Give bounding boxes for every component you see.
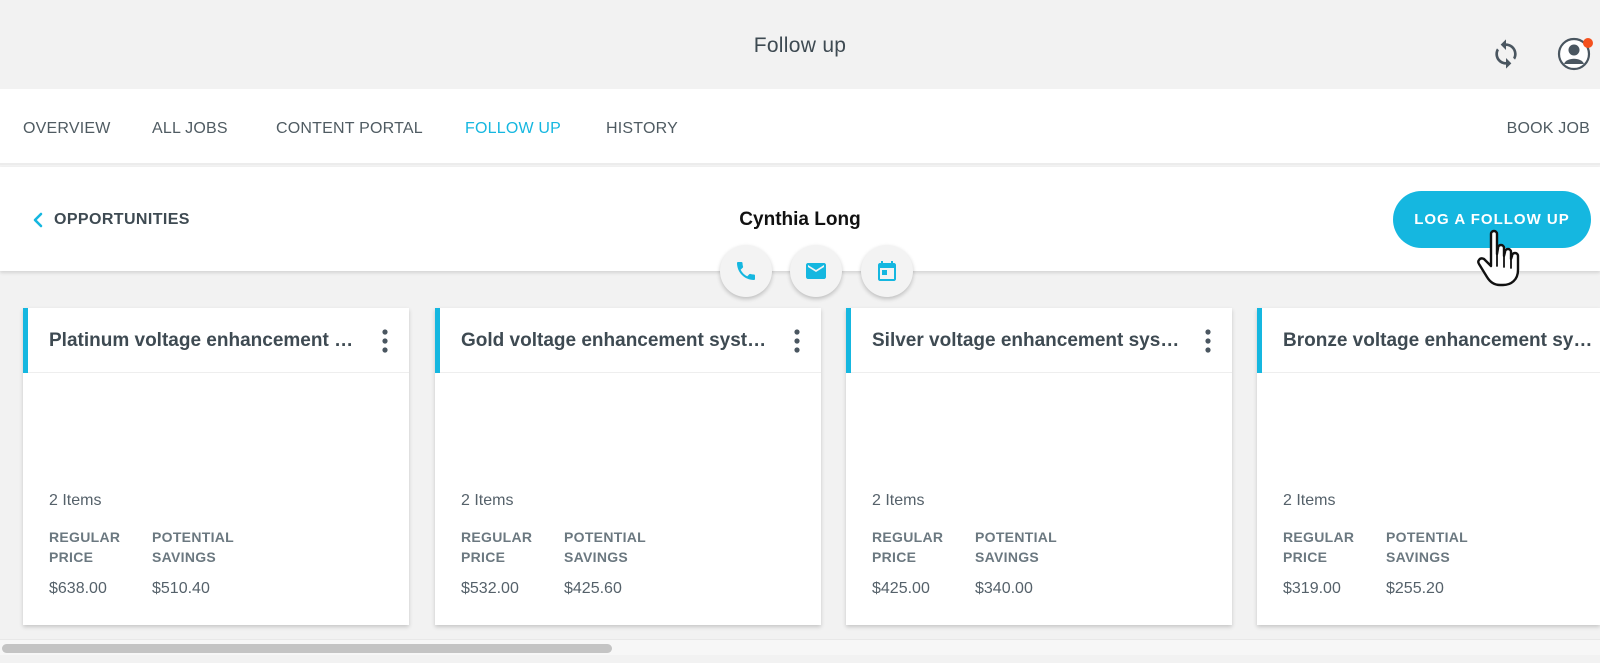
card-item-count: 2 Items xyxy=(461,492,514,509)
card-title: Silver voltage enhancement system xyxy=(872,330,1182,351)
regular-price-label: REGULAR PRICE xyxy=(49,529,121,565)
potential-savings-label: POTENTIAL SAVINGS xyxy=(564,529,646,565)
horizontal-scrollbar[interactable] xyxy=(0,639,1600,655)
card-accent-bar xyxy=(23,308,28,373)
opportunity-card[interactable]: Gold voltage enhancement system 2 Items … xyxy=(435,308,821,625)
regular-price-label: REGULAR PRICE xyxy=(1283,529,1355,565)
more-options-icon[interactable] xyxy=(379,328,391,354)
potential-savings-value: $510.40 xyxy=(152,580,210,597)
card-title: Gold voltage enhancement system xyxy=(461,330,771,351)
regular-price-label: REGULAR PRICE xyxy=(461,529,533,565)
regular-price-value: $638.00 xyxy=(49,580,107,597)
sync-icon[interactable] xyxy=(1490,38,1522,70)
more-options-icon[interactable] xyxy=(791,328,803,354)
more-options-icon[interactable] xyxy=(1202,328,1214,354)
email-icon xyxy=(806,263,826,279)
potential-savings-value: $340.00 xyxy=(975,580,1033,597)
card-item-count: 2 Items xyxy=(49,492,102,509)
hand-cursor-icon xyxy=(1477,229,1520,287)
potential-savings-label: POTENTIAL SAVINGS xyxy=(152,529,234,565)
phone-icon xyxy=(737,262,755,280)
card-title: Platinum voltage enhancement system xyxy=(49,330,359,351)
book-job-link[interactable]: BOOK JOB xyxy=(1507,120,1590,138)
nav-tab-all-jobs[interactable]: ALL JOBS xyxy=(152,120,228,138)
main-nav: OVERVIEW ALL JOBS CONTENT PORTAL FOLLOW … xyxy=(0,89,1600,165)
calendar-icon xyxy=(878,261,896,281)
card-item-count: 2 Items xyxy=(872,492,925,509)
notification-badge xyxy=(1583,38,1593,48)
regular-price-value: $425.00 xyxy=(872,580,930,597)
opportunity-card-list: Platinum voltage enhancement system 2 It… xyxy=(0,308,1600,628)
page-title: Follow up xyxy=(753,34,847,57)
regular-price-label: REGULAR PRICE xyxy=(872,529,944,565)
user-avatar[interactable] xyxy=(1557,37,1593,71)
nav-tab-history[interactable]: HISTORY xyxy=(606,120,678,138)
scrollbar-thumb[interactable] xyxy=(2,644,612,653)
potential-savings-value: $255.20 xyxy=(1386,580,1444,597)
opportunity-card[interactable]: Platinum voltage enhancement system 2 It… xyxy=(23,308,409,625)
regular-price-value: $319.00 xyxy=(1283,580,1341,597)
potential-savings-value: $425.60 xyxy=(564,580,622,597)
contact-name: Cynthia Long xyxy=(739,209,861,230)
opportunity-card[interactable]: Silver voltage enhancement system 2 Item… xyxy=(846,308,1232,625)
card-title: Bronze voltage enhancement system xyxy=(1283,330,1593,351)
nav-tab-content-portal[interactable]: CONTENT PORTAL xyxy=(276,120,423,138)
email-button[interactable] xyxy=(790,245,842,297)
top-bar: Follow up xyxy=(0,0,1600,89)
call-button[interactable] xyxy=(720,245,772,297)
card-accent-bar xyxy=(1257,308,1262,373)
schedule-button[interactable] xyxy=(861,245,913,297)
nav-tab-follow-up[interactable]: FOLLOW UP xyxy=(465,120,561,138)
card-accent-bar xyxy=(846,308,851,373)
potential-savings-label: POTENTIAL SAVINGS xyxy=(975,529,1057,565)
card-accent-bar xyxy=(435,308,440,373)
opportunity-card[interactable]: Bronze voltage enhancement system 2 Item… xyxy=(1257,308,1600,625)
regular-price-value: $532.00 xyxy=(461,580,519,597)
card-item-count: 2 Items xyxy=(1283,492,1336,509)
potential-savings-label: POTENTIAL SAVINGS xyxy=(1386,529,1468,565)
nav-tab-overview[interactable]: OVERVIEW xyxy=(23,120,111,138)
